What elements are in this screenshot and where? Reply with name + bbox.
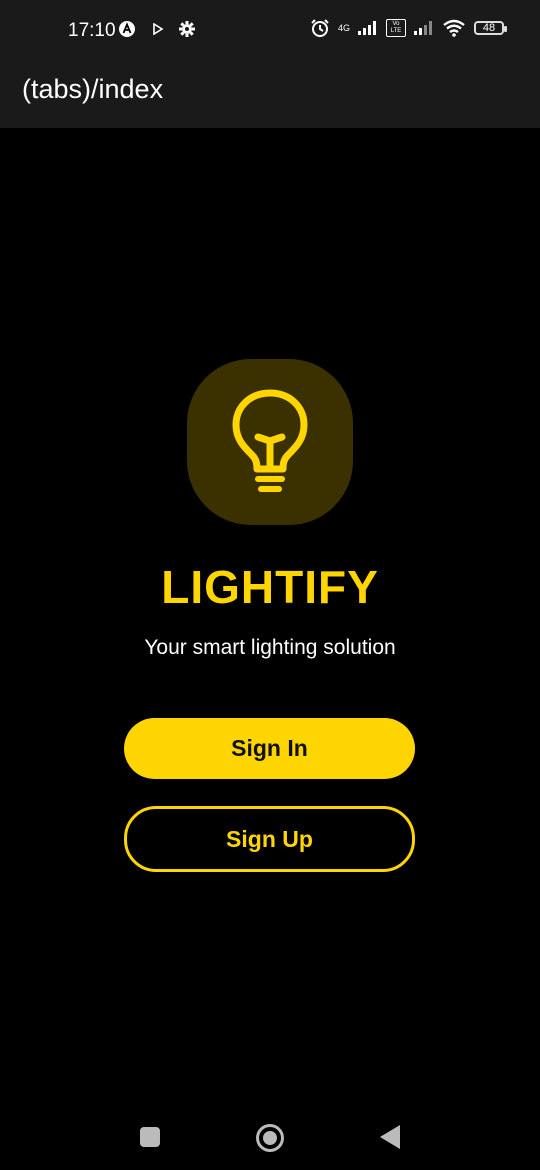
wifi-icon [442,19,466,37]
navigation-bar [0,1105,540,1170]
home-icon[interactable] [256,1124,284,1152]
volte-icon: Vo LTE [386,19,406,37]
network-type-label: 4G [337,23,350,33]
sign-in-button[interactable]: Sign In [124,718,415,779]
header: (tabs)/index [0,62,540,128]
tagline: Your smart lighting solution [144,636,396,659]
back-icon[interactable] [380,1125,400,1149]
gear-icon [178,20,196,38]
battery-icon: 48 [474,21,507,35]
signal-icon [358,21,378,35]
status-right-icons: 4G Vo LTE 48 [310,18,507,38]
status-time: 17:10 [68,20,116,41]
app-name: LIGHTIFY [161,561,379,613]
recent-apps-icon[interactable] [140,1127,160,1147]
app-logo [187,359,353,525]
sign-up-button[interactable]: Sign Up [124,806,415,872]
play-icon [152,23,164,35]
status-bar: 17:10 4G Vo LTE 48 [0,0,540,62]
status-left-icons [118,20,196,38]
page-title: (tabs)/index [22,74,164,104]
signal-icon [414,21,434,35]
a-icon [118,20,136,38]
lightbulb-icon [232,389,308,492]
alarm-icon [310,18,330,38]
